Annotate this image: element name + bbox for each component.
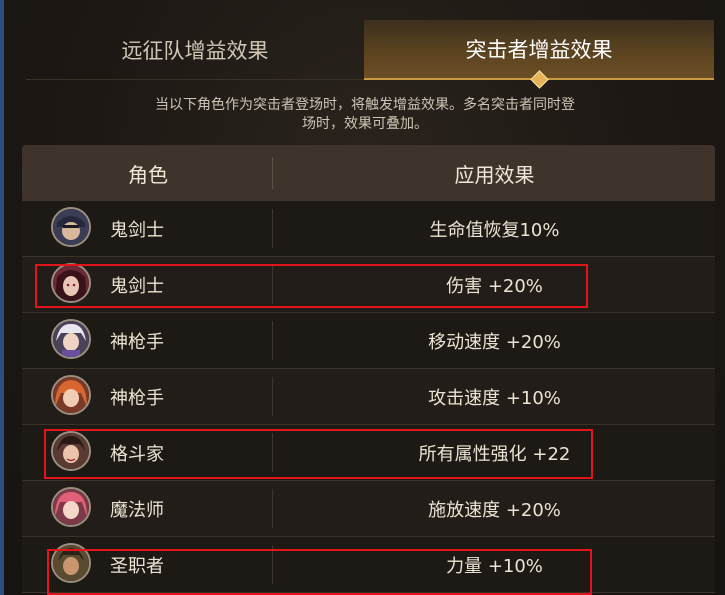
effect-text: 移动速度 +20% bbox=[428, 331, 561, 353]
table-row: 圣职者 力量 +10% bbox=[22, 537, 715, 593]
effect-text: 所有属性强化 +22 bbox=[418, 443, 571, 465]
tab-expedition-buff[interactable]: 远征队增益效果 bbox=[26, 20, 364, 80]
character-avatar-icon bbox=[51, 431, 91, 471]
row-divider bbox=[272, 489, 273, 528]
character-avatar-icon bbox=[51, 543, 91, 583]
effect-text: 生命值恢复10% bbox=[429, 219, 560, 241]
role-name: 鬼剑士 bbox=[110, 275, 164, 297]
character-avatar-icon bbox=[51, 487, 91, 527]
table-row: 魔法师 施放速度 +20% bbox=[22, 481, 715, 537]
role-name: 圣职者 bbox=[110, 555, 164, 577]
header-effect: 应用效果 bbox=[454, 162, 535, 187]
effect-text: 施放速度 +20% bbox=[428, 499, 561, 521]
row-divider bbox=[272, 545, 273, 584]
table-row: 鬼剑士 生命值恢复10% bbox=[22, 201, 715, 257]
character-avatar-icon bbox=[51, 319, 91, 359]
table-row: 神枪手 移动速度 +20% bbox=[22, 313, 715, 369]
table-body: 鬼剑士 生命值恢复10% 鬼剑士 伤害 +20% 神枪手 移动速度 +20% 神… bbox=[22, 201, 715, 593]
character-avatar-icon bbox=[51, 263, 91, 303]
effect-text: 攻击速度 +10% bbox=[428, 387, 561, 409]
header-divider bbox=[272, 157, 273, 189]
role-name: 魔法师 bbox=[110, 499, 164, 521]
role-name: 格斗家 bbox=[110, 443, 164, 465]
role-name: 神枪手 bbox=[110, 387, 164, 409]
buff-table: 角色 应用效果 鬼剑士 生命值恢复10% 鬼剑士 伤害 +20% 神枪手 移动速… bbox=[22, 145, 715, 593]
role-name: 神枪手 bbox=[110, 331, 164, 353]
row-divider bbox=[272, 377, 273, 416]
effect-text: 力量 +10% bbox=[446, 555, 543, 577]
description-text: 当以下角色作为突击者登场时，将触发增益效果。多名突击者同时登场时，效果可叠加。 bbox=[155, 97, 575, 132]
effect-text: 伤害 +20% bbox=[446, 275, 543, 297]
character-avatar-icon bbox=[51, 375, 91, 415]
row-divider bbox=[272, 209, 273, 248]
role-name: 鬼剑士 bbox=[110, 219, 164, 241]
table-row: 格斗家 所有属性强化 +22 bbox=[22, 425, 715, 481]
character-avatar-icon bbox=[51, 207, 91, 247]
row-divider bbox=[272, 433, 273, 472]
table-header: 角色 应用效果 bbox=[22, 145, 715, 201]
row-divider bbox=[272, 265, 273, 304]
tab-bar: 远征队增益效果 突击者增益效果 bbox=[26, 20, 714, 80]
table-row: 鬼剑士 伤害 +20% bbox=[22, 257, 715, 313]
row-divider bbox=[272, 321, 273, 360]
table-row: 神枪手 攻击速度 +10% bbox=[22, 369, 715, 425]
header-role: 角色 bbox=[128, 162, 168, 187]
